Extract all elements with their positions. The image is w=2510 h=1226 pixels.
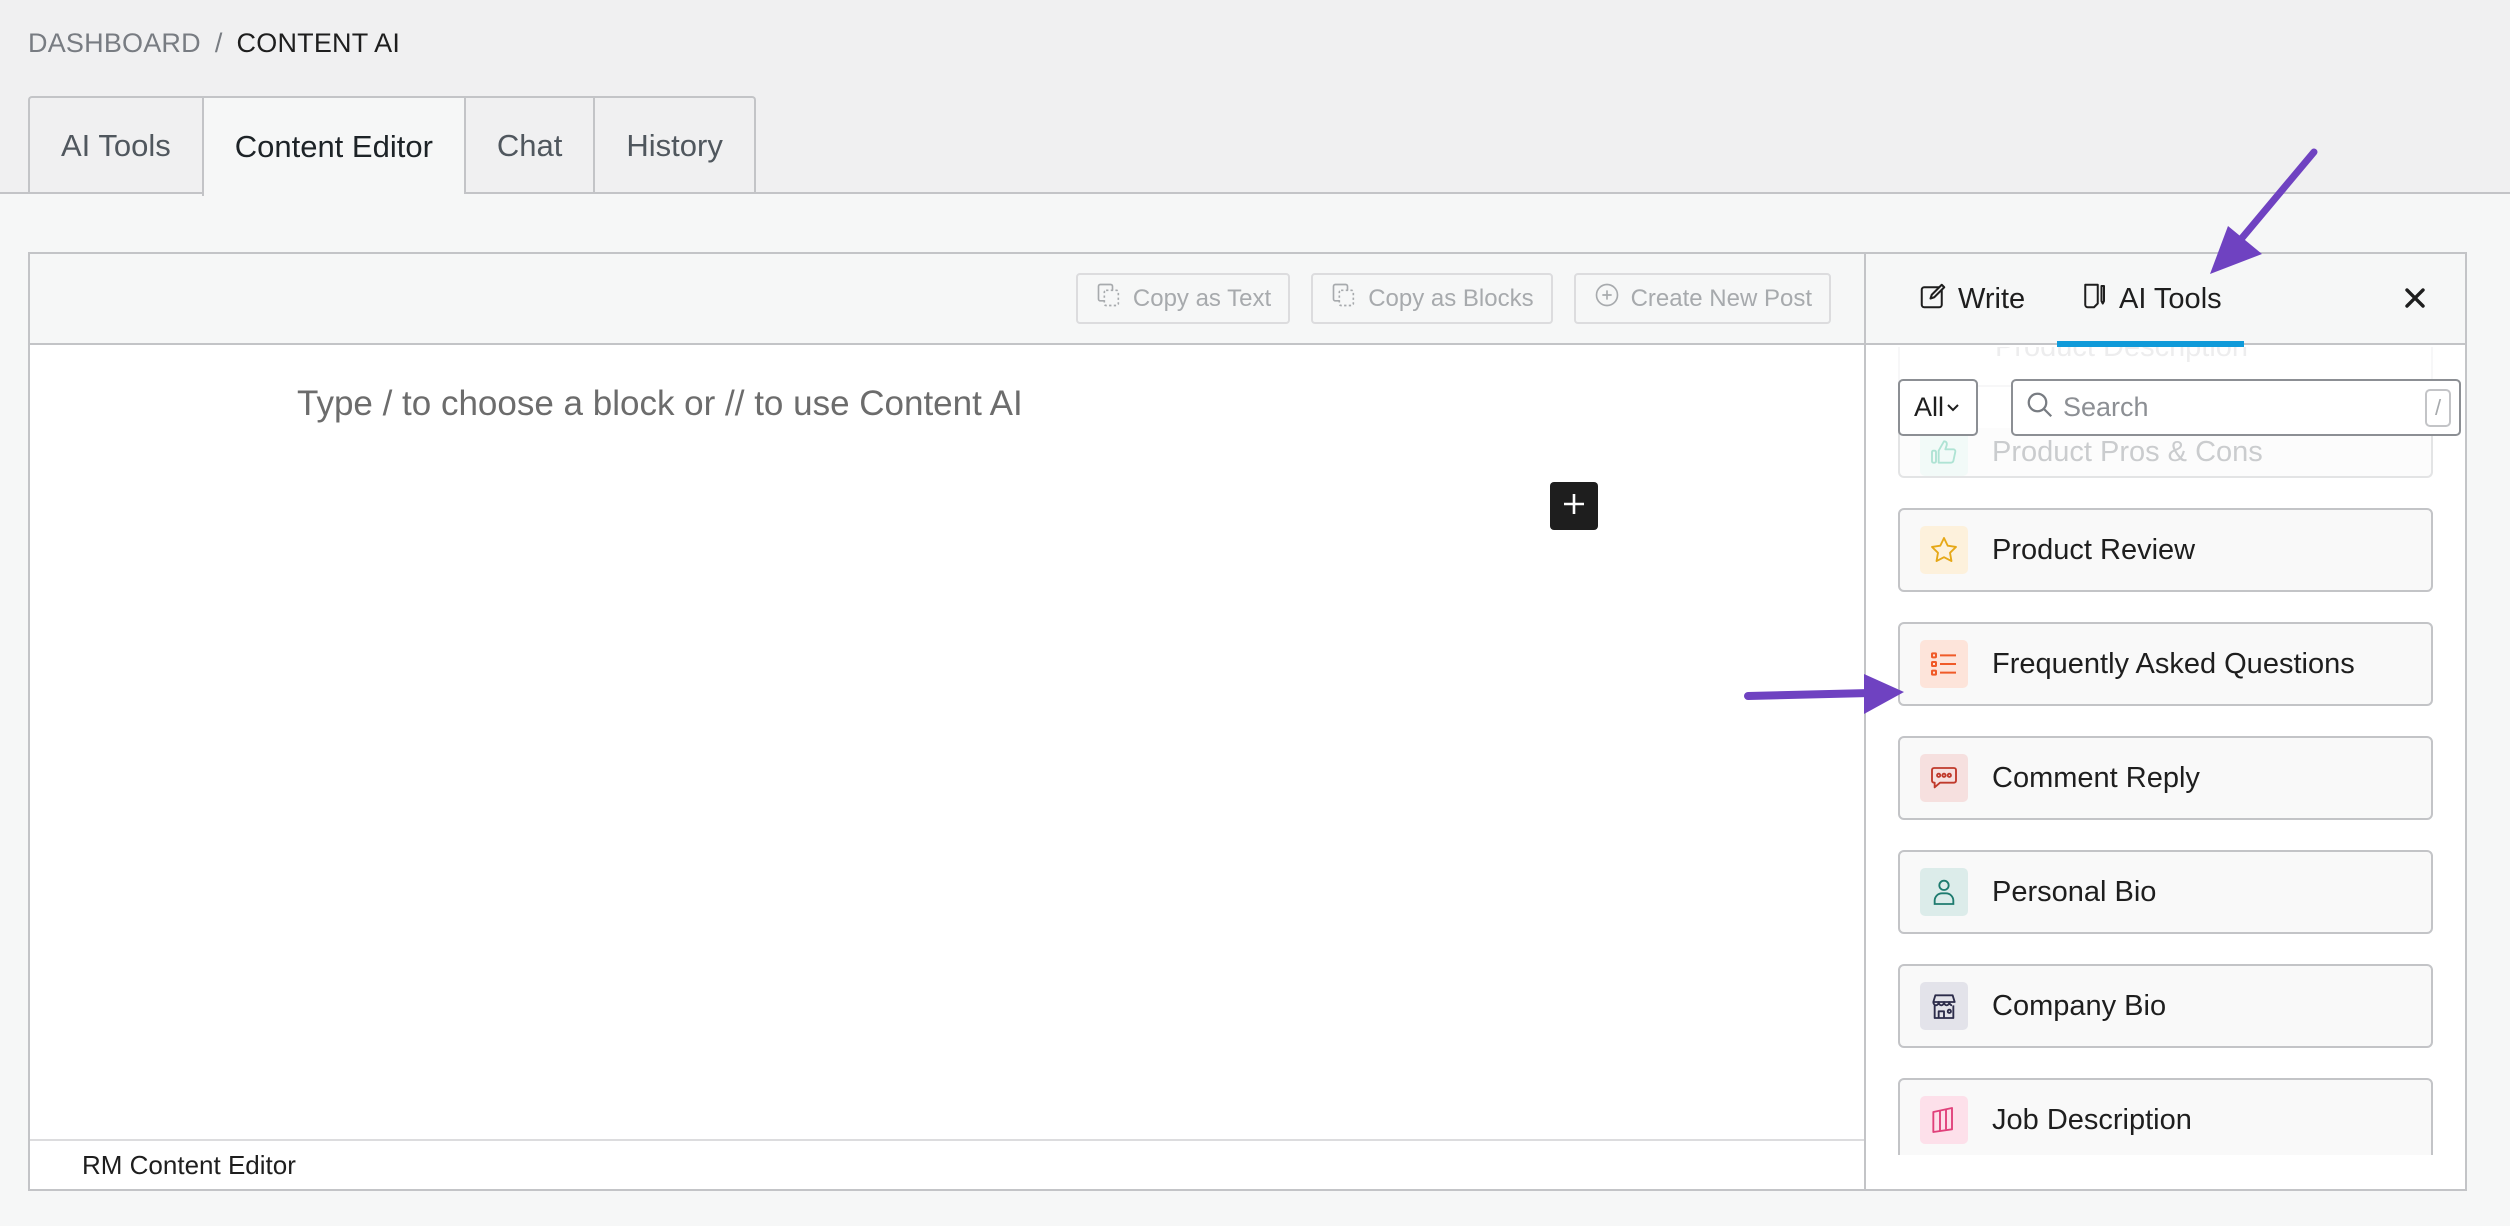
copy-as-blocks-button[interactable]: Copy as Blocks [1311,273,1553,324]
close-sidebar-button[interactable] [2395,280,2435,320]
content-editor-container: Copy as Text Copy as Blocks Create New P… [28,252,2467,1191]
tool-item-personal-bio[interactable]: Personal Bio [1898,850,2433,934]
comment-icon [1920,754,1968,802]
tool-item-product-review[interactable]: Product Review [1898,508,2433,592]
tool-item-label: Company Bio [1992,989,2167,1022]
sidebar-tab-write[interactable]: Write [1918,254,2025,345]
tab-content-editor[interactable]: Content Editor [201,96,464,196]
tab-history[interactable]: History [593,96,756,194]
sidebar-tab-ai-tools[interactable]: AI Tools [2057,254,2244,347]
create-new-post-button[interactable]: Create New Post [1573,273,1831,324]
copy-as-text-button[interactable]: Copy as Text [1075,273,1291,324]
search-icon [2025,390,2055,425]
plus-icon [1561,491,1587,522]
tool-item-label: Personal Bio [1992,875,2157,908]
tool-search-input[interactable] [2063,392,2418,423]
category-filter-value: All [1914,392,1945,422]
tool-item-job-description[interactable]: Job Description [1898,1078,2433,1155]
tool-item-label: Comment Reply [1992,761,2200,794]
ai-tools-list-scroll[interactable]: Product Description All / [1866,347,2465,1155]
copy-as-blocks-label: Copy as Blocks [1368,284,1534,312]
breadcrumb-separator: / [214,28,223,58]
breadcrumb-current: CONTENT AI [236,28,401,58]
list-icon [1920,640,1968,688]
tool-filter-row: All / [1898,379,2462,436]
tab-ai-tools[interactable]: AI Tools [28,96,202,194]
star-icon [1920,526,1968,574]
chevron-down-icon [1944,392,1962,423]
tool-item-label: Job Description [1992,1103,2192,1136]
copy-as-text-label: Copy as Text [1132,284,1272,312]
tool-item-frequently-asked-questions[interactable]: Frequently Asked Questions [1898,622,2433,706]
user-icon [1920,868,1968,916]
sidebar-tab-ai-tools-label: AI Tools [2119,283,2222,315]
tool-item-label: Product Review [1992,533,2196,566]
tool-item-comment-reply[interactable]: Comment Reply [1898,736,2433,820]
tab-chat[interactable]: Chat [463,96,594,194]
category-filter-select[interactable]: All [1898,379,1979,436]
editor-footer-label: RM Content Editor [82,1149,296,1180]
sidebar-tab-write-label: Write [1958,283,2026,315]
editor-toolbar: Copy as Text Copy as Blocks Create New P… [30,254,1864,345]
editor-canvas[interactable]: Type / to choose a block or // to use Co… [30,347,1864,1139]
store-icon [1920,982,1968,1030]
editor-panel: Copy as Text Copy as Blocks Create New P… [30,254,1866,1189]
tool-item-label: Product Pros & Cons [1992,435,2263,468]
tool-item-company-bio[interactable]: Company Bio [1898,964,2433,1048]
tool-item-label: Frequently Asked Questions [1992,647,2355,680]
sidebar-header: Write AI Tools [1866,254,2465,347]
create-new-post-label: Create New Post [1630,284,1812,312]
breadcrumb: DASHBOARD / CONTENT AI [28,28,400,59]
ai-sidebar: Write AI Tools Product Description All [1866,254,2465,1189]
close-icon [2403,286,2427,315]
add-block-button[interactable] [1550,482,1598,530]
editor-placeholder[interactable]: Type / to choose a block or // to use Co… [297,384,1023,424]
main-tabs: AI Tools Content Editor Chat History [28,96,756,196]
copy-icon [1095,281,1123,316]
ai-tool-list: Product Pros & Cons Product Review Frequ… [1898,428,2433,1155]
sidebar-bottom-padding [1866,1155,2465,1189]
edit-icon [1918,281,1948,319]
tool-search-field[interactable]: / [2011,379,2462,436]
copy-icon [1330,281,1358,316]
document-pen-icon [2079,281,2109,319]
breadcrumb-dashboard-link[interactable]: DASHBOARD [28,28,201,59]
editor-footer: RM Content Editor [30,1139,1864,1189]
book-icon [1920,1096,1968,1144]
plus-circle-icon [1593,281,1621,316]
search-shortcut-key: / [2425,388,2452,427]
